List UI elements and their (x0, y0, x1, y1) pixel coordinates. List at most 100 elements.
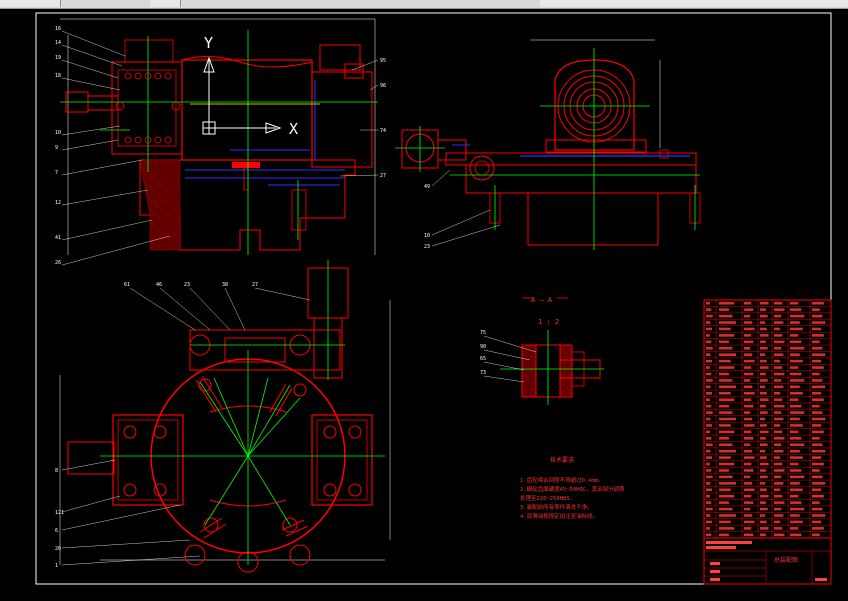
parts-list-cell (706, 501, 712, 504)
parts-list-cell (744, 321, 753, 324)
parts-list-cell (790, 533, 802, 537)
parts-list-cell (760, 404, 766, 408)
parts-list-cell (719, 462, 735, 466)
parts-list-cell (812, 527, 824, 530)
parts-list-cell (760, 443, 768, 447)
parts-list-cell (774, 494, 783, 498)
parts-list-cell (706, 527, 710, 530)
parts-list-cell (760, 340, 766, 344)
parts-list-cell (812, 514, 826, 517)
parts-list-cell (719, 469, 729, 472)
parts-list-cell (790, 443, 805, 447)
parts-list-cell (774, 417, 784, 421)
parts-list-cell (812, 411, 823, 414)
parts-list-cell (760, 359, 767, 363)
parts-list-cell (774, 301, 783, 305)
parts-list-cell (790, 494, 799, 498)
parts-list-cell (812, 417, 826, 421)
parts-list-cell (760, 314, 768, 318)
side-view[interactable]: 49 10 23 (395, 39, 701, 250)
svg-text:73: 73 (480, 370, 486, 376)
parts-list-cell (812, 437, 820, 440)
parts-list-cell (760, 308, 766, 311)
parts-list-cell (790, 501, 802, 504)
svg-text:96: 96 (380, 83, 386, 89)
parts-list-cell (719, 314, 733, 318)
svg-text:10: 10 (55, 130, 61, 136)
parts-list-cell (706, 494, 710, 498)
parts-list-cell (744, 398, 752, 402)
parts-list-cell (790, 385, 800, 389)
parts-list-cell (706, 334, 710, 337)
parts-list-cell (760, 398, 769, 402)
parts-list-cell (812, 430, 824, 434)
parts-list-cell (706, 424, 712, 427)
cad-model-space[interactable]: 16 14 19 18 10 9 7 12 41 26 95 96 74 27 Y X (0, 9, 848, 597)
parts-list-cell (719, 327, 731, 331)
parts-list-cell (812, 443, 823, 447)
parts-list-cell (744, 424, 755, 427)
parts-list-cell (774, 482, 784, 485)
parts-list-cell (812, 533, 820, 537)
parts-list-cell (706, 372, 712, 376)
section-a-a[interactable]: 75 90 65 73 (480, 297, 604, 405)
front-view[interactable]: 16 14 19 18 10 9 7 12 41 26 95 96 74 27 (55, 18, 386, 266)
parts-list-cell (706, 385, 711, 389)
parts-list-cell (706, 488, 712, 492)
parts-list-cell (774, 507, 782, 511)
parts-list-cell (706, 340, 712, 344)
parts-list-cell (760, 385, 765, 389)
parts-list-cell (760, 327, 767, 331)
parts-list-cell (744, 404, 754, 408)
title-block[interactable] (703, 537, 832, 585)
parts-list-cell (790, 520, 803, 524)
parts-list-cell (744, 379, 751, 382)
parts-list-cell (812, 449, 826, 453)
parts-list-cell (790, 346, 805, 350)
parts-list-cell (812, 404, 820, 408)
parts-list-cell (812, 379, 823, 382)
parts-list-cell (744, 411, 751, 414)
parts-list-cell (812, 385, 826, 389)
parts-list-cell (706, 533, 712, 537)
parts-list-cell (812, 507, 823, 511)
parts-list-cell (706, 514, 711, 517)
parts-list-cell (774, 469, 785, 472)
parts-list-cell (760, 482, 765, 485)
parts-list-cell (744, 359, 755, 363)
parts-list-cell (760, 346, 768, 350)
svg-text:18: 18 (55, 73, 61, 79)
parts-list-cell (744, 430, 752, 434)
svg-text:23: 23 (424, 244, 430, 250)
drawing-name: 总装配图 (774, 556, 798, 564)
parts-list-cell (790, 314, 805, 318)
tab-drawing-2[interactable] (150, 0, 181, 7)
parts-list-cell (812, 372, 820, 376)
parts-list-cell (744, 327, 755, 331)
parts-list-cell (744, 437, 754, 440)
parts-list-cell (760, 417, 765, 421)
parts-list-cell (774, 404, 785, 408)
parts-list-cell (706, 366, 710, 369)
parts-list-cell (790, 301, 799, 305)
parts-list-cell (790, 391, 803, 395)
parts-list[interactable] (703, 299, 832, 539)
parts-list-cell (812, 488, 822, 492)
parts-list-cell (706, 314, 713, 318)
top-view[interactable]: 8 121 6 20 1 61 46 23 38 27 (55, 260, 391, 573)
parts-list-cell (774, 475, 782, 479)
parts-list-cell (719, 488, 731, 492)
parts-list-cell (774, 314, 782, 318)
tab-drawing-1[interactable] (0, 0, 61, 7)
parts-list-cell (706, 469, 712, 472)
parts-list-cell (812, 327, 822, 331)
ucs-axis-icon (202, 56, 282, 135)
parts-list-cell (760, 533, 766, 537)
svg-text:74: 74 (380, 128, 386, 134)
parts-list-cell (790, 488, 803, 492)
parts-list-cell (706, 359, 712, 363)
tab-drawing-3[interactable] (540, 0, 848, 7)
parts-list-cell (790, 366, 799, 369)
parts-list-cell (812, 301, 824, 305)
svg-text:121: 121 (55, 510, 64, 516)
